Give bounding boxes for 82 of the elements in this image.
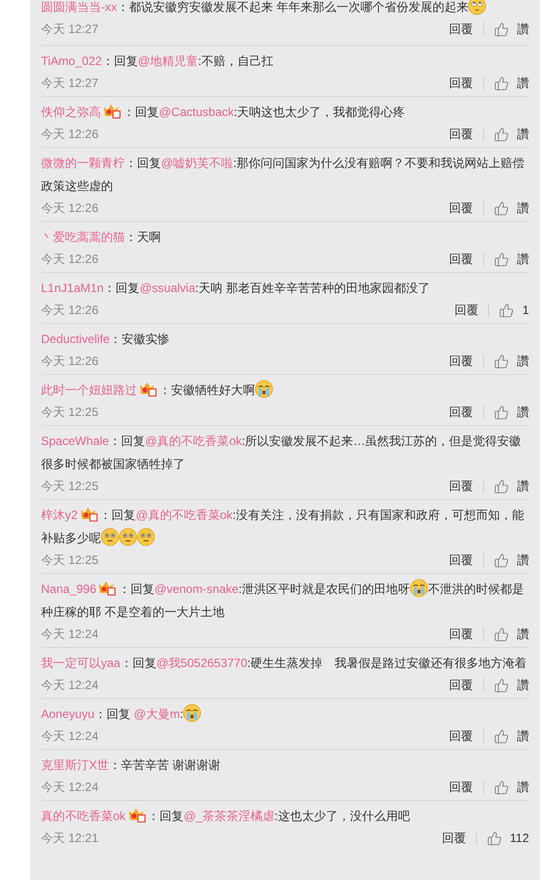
comment: 此时一个妞妞路过 ：安徽牺牲好大啊 <box>41 379 529 402</box>
like-button[interactable]: 讚 <box>484 476 529 496</box>
thumbs-up-icon <box>494 252 509 266</box>
comment: 梓沐y2 ：回复@真的不吃香菜ok:没有关注，没有捐款，只有国家和政府，可想而知，能补贴多少呢 <box>41 505 525 548</box>
thumbs-up-icon <box>494 76 509 90</box>
timestamp: 今天 12:24 <box>41 728 98 745</box>
reply-button[interactable]: 回覆 <box>442 831 477 845</box>
comment: Nana_996 ：回复@venom-snake:泄洪区平时就是农民们的田地呀 不泄洪的时候都是种庄稼的耶 不是空着的一大片土地 <box>41 578 529 624</box>
reply-button[interactable]: 回覆 <box>449 780 484 794</box>
timestamp: 今天 12:25 <box>41 552 98 569</box>
timestamp: 今天 12:27 <box>41 21 98 38</box>
reply-button[interactable]: 回覆 <box>454 303 490 317</box>
comment: Aoneyuyu：回复 @大曼m: <box>41 703 529 726</box>
like-button[interactable]: 讚 <box>484 550 529 570</box>
thumbs-up-icon <box>494 404 509 420</box>
like-button[interactable]: 112 <box>476 828 529 848</box>
like-button[interactable]: 讚 <box>484 198 529 218</box>
timestamp: 今天 12:26 <box>41 353 98 370</box>
comment: L1nJ1aM1n：回复@ssualvia:天呐 那老百姓辛辛苦苦种的田地家园都没了 <box>41 280 431 297</box>
like-button[interactable]: 讚 <box>484 402 529 422</box>
reply-button[interactable]: 回覆 <box>449 729 484 743</box>
crying-face-icon <box>255 380 273 398</box>
reply-button[interactable]: 回覆 <box>449 405 484 419</box>
like-button[interactable]: 讚 <box>484 19 529 39</box>
comment: Deductivelife：安徽实惨 <box>41 331 171 348</box>
like-button[interactable]: 讚 <box>484 351 529 371</box>
comment: 克里斯汀X世：辛苦辛苦 谢谢谢谢 <box>41 757 222 774</box>
timestamp: 今天 12:26 <box>41 200 98 217</box>
reply-button[interactable]: 回覆 <box>449 201 484 215</box>
reply-button[interactable]: 回覆 <box>449 553 484 567</box>
timestamp: 今天 12:24 <box>41 779 98 796</box>
timestamp: 今天 12:26 <box>41 251 98 268</box>
like-button[interactable]: 讚 <box>484 726 529 746</box>
like-button[interactable]: 1 <box>489 300 529 320</box>
reply-button[interactable]: 回覆 <box>449 479 484 493</box>
timestamp: 今天 12:21 <box>41 830 98 847</box>
timestamp: 今天 12:24 <box>41 626 98 643</box>
comment: 佚仰之弥高 ：回复@Cactusback:天呐这也太少了，我都觉得心疼 <box>41 102 406 121</box>
timestamp: 今天 12:25 <box>41 404 98 421</box>
reply-button[interactable]: 回覆 <box>449 354 484 368</box>
crying-face-icon <box>183 704 202 722</box>
comment: 我一定可以yaa：回复@我5052653770:硬生生蒸发掉 我暑假是路过安徽还有很多地方淹着 <box>41 655 528 672</box>
thumbs-up-icon <box>494 626 509 642</box>
comment: TiAmo_022：回复@地精児童:不赔，自己扛 <box>41 53 274 70</box>
reply-button[interactable]: 回覆 <box>449 678 484 692</box>
comment: 圆圆满当当-xx：都说安徽穷安徽发展不起来 年年来那么一次哪个省份发展的起来 <box>41 0 529 19</box>
reply-button[interactable]: 回覆 <box>449 252 484 266</box>
thumbs-up-icon <box>494 780 509 794</box>
thumbs-up-icon <box>486 830 502 846</box>
sad-face-icon <box>101 528 119 546</box>
timestamp: 今天 12:24 <box>41 677 98 694</box>
timestamp: 今天 12:25 <box>41 478 98 495</box>
thumbs-up-icon <box>494 200 509 216</box>
reply-button[interactable]: 回覆 <box>449 76 484 90</box>
thumbs-up-icon <box>494 354 509 368</box>
comment: 微微的一颗青柠：回复@嘘奶芙不啦:那你问问国家为什么没有赔啊？不要和我说网站上赔偿政策这些虚的 <box>41 155 526 195</box>
comment: SpaceWhale：回复@真的不吃香菜ok:所以安徽发展不起来…虽然我江苏的，但是觉得安徽很多时候都被国家牺牲掉了 <box>41 433 522 473</box>
rolling-eyes-face-icon <box>468 0 486 15</box>
crying-face-icon <box>410 579 428 597</box>
like-button[interactable]: 讚 <box>484 675 529 695</box>
thumbs-up-icon <box>494 552 509 568</box>
like-button[interactable]: 讚 <box>484 124 529 144</box>
reply-button[interactable]: 回覆 <box>449 627 484 641</box>
timestamp: 今天 12:27 <box>41 75 98 92</box>
like-button[interactable]: 讚 <box>484 624 529 644</box>
like-button[interactable]: 讚 <box>484 249 529 269</box>
thumbs-up-icon <box>494 728 509 744</box>
thumbs-up-icon <box>494 126 509 142</box>
thumbs-up-icon <box>494 22 509 36</box>
comment: 丶爱吃蒿蒿的猫：天啊 <box>41 229 162 246</box>
sad-face-icon <box>137 528 155 546</box>
sad-face-icon <box>119 528 137 546</box>
like-button[interactable]: 讚 <box>484 777 529 797</box>
timestamp: 今天 12:26 <box>41 302 98 319</box>
thumbs-up-icon <box>499 302 514 318</box>
comment: 真的不吃香菜ok ：回复@_茶茶茶淫橘虐:这也太少了，没什么用吧 <box>41 806 411 825</box>
timestamp: 今天 12:26 <box>41 126 98 143</box>
reply-button[interactable]: 回覆 <box>449 22 484 36</box>
thumbs-up-icon <box>494 678 509 692</box>
thumbs-up-icon <box>494 478 509 494</box>
reply-button[interactable]: 回覆 <box>449 127 484 141</box>
like-button[interactable]: 讚 <box>484 73 529 93</box>
